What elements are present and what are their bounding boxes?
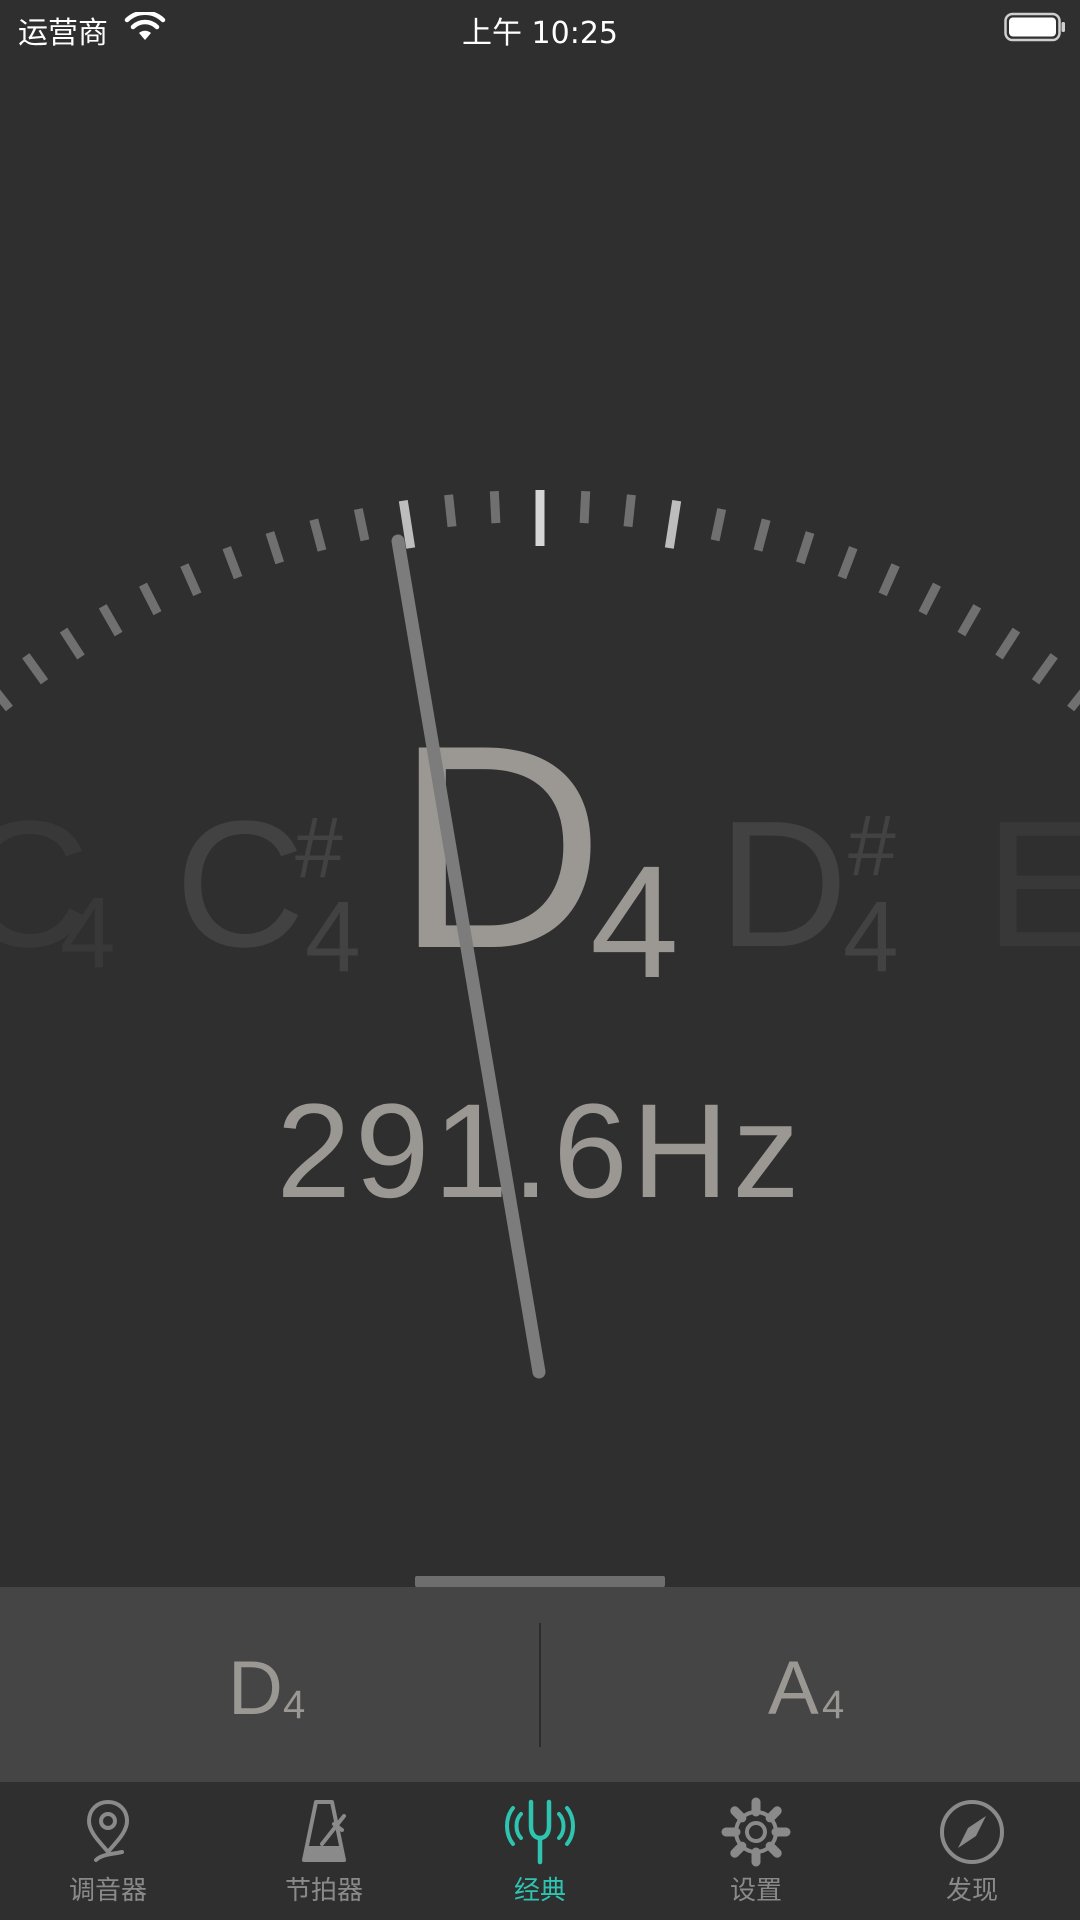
dial-tick	[623, 494, 636, 528]
dial-tick	[1067, 689, 1080, 712]
string-selector: D 4 A 4	[0, 1587, 1080, 1782]
map-pin-icon	[86, 1799, 130, 1862]
dial-tick	[0, 689, 13, 712]
tab-settings[interactable]: 设置	[648, 1782, 864, 1920]
gear-icon	[721, 1797, 791, 1867]
tab-classic[interactable]: 经典	[432, 1782, 648, 1920]
dial-tick	[353, 508, 370, 542]
string-octave: 4	[283, 1683, 306, 1727]
dial-tick	[579, 490, 591, 524]
compass-icon	[940, 1800, 1004, 1864]
dial-tick	[98, 604, 123, 637]
string-letter: D	[228, 1646, 283, 1731]
dial-tick	[222, 546, 243, 580]
tuner-display: C 4 C # 4 D 4 D # 4 E 291.6Hz	[0, 0, 1080, 1587]
tab-label: 经典	[513, 1876, 566, 1906]
dial-tick	[995, 627, 1021, 660]
dial-tick	[918, 582, 942, 616]
dial-tick	[59, 627, 85, 660]
tab-discover[interactable]: 发现	[864, 1782, 1080, 1920]
tuning-dial	[0, 490, 1080, 1379]
tab-label: 发现	[945, 1876, 998, 1906]
dial-tick	[957, 604, 982, 637]
tab-label: 节拍器	[284, 1876, 363, 1906]
panel-drag-handle[interactable]	[415, 1576, 665, 1587]
dial-tick	[265, 531, 284, 565]
string-octave: 4	[822, 1683, 845, 1727]
dial-ticks	[0, 490, 1080, 712]
dial-tick	[1031, 653, 1058, 685]
dial-tick	[753, 518, 771, 552]
dial-tick	[138, 582, 162, 616]
dial-tick	[664, 500, 682, 549]
tuning-fork-icon	[505, 1799, 575, 1865]
dial-tick	[180, 563, 202, 597]
tab-bar: 调音器 节拍器 经典 设置 发现	[0, 1782, 1080, 1920]
dial-tick	[444, 494, 457, 528]
string-item-a4[interactable]: A 4	[540, 1587, 1080, 1782]
dial-tick	[837, 546, 858, 580]
dial-tick	[710, 508, 727, 542]
tab-metronome[interactable]: 节拍器	[216, 1782, 432, 1920]
string-item-d4[interactable]: D 4	[0, 1587, 540, 1782]
dial-tick	[796, 531, 815, 565]
tab-label: 调音器	[68, 1876, 147, 1906]
tab-label: 设置	[729, 1876, 782, 1906]
dial-tick	[489, 490, 501, 524]
dial-tick	[309, 518, 327, 552]
tab-tuner[interactable]: 调音器	[0, 1782, 216, 1920]
dial-tick	[878, 563, 900, 597]
dial-needle	[391, 534, 546, 1379]
metronome-icon	[302, 1800, 346, 1862]
dial-tick	[22, 653, 49, 685]
string-letter: A	[768, 1646, 819, 1731]
